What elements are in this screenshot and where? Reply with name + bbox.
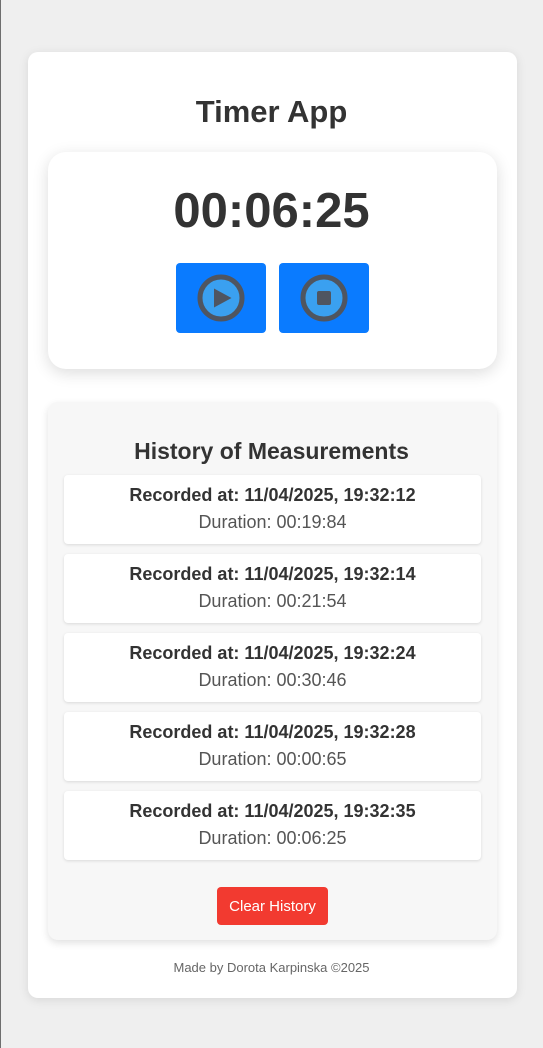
history-recorded-at: Recorded at: 11/04/2025, 19:32:24: [129, 643, 416, 663]
history-item: Recorded at: 11/04/2025, 19:32:12 Durati…: [64, 475, 481, 544]
start-button[interactable]: [176, 263, 266, 333]
stop-circle-icon: [300, 274, 348, 322]
play-circle-icon: [197, 274, 245, 322]
history-duration: Duration: 00:21:54: [198, 591, 347, 611]
history-recorded-at: Recorded at: 11/04/2025, 19:32:28: [129, 722, 416, 742]
stop-button[interactable]: [279, 263, 369, 333]
history-list: Recorded at: 11/04/2025, 19:32:12 Durati…: [64, 475, 481, 870]
history-item: Recorded at: 11/04/2025, 19:32:35 Durati…: [64, 791, 481, 860]
history-duration: Duration: 00:06:25: [198, 828, 347, 848]
clear-history-button[interactable]: Clear History: [217, 887, 328, 925]
window-left-edge: [0, 0, 1, 1048]
history-recorded-at: Recorded at: 11/04/2025, 19:32:12: [129, 485, 416, 505]
history-recorded-at: Recorded at: 11/04/2025, 19:32:14: [129, 564, 416, 584]
app-title: Timer App: [195, 94, 348, 129]
history-duration: Duration: 00:30:46: [198, 670, 347, 690]
history-title: History of Measurements: [134, 438, 409, 464]
history-item: Recorded at: 11/04/2025, 19:32:24 Durati…: [64, 633, 481, 702]
history-recorded-at: Recorded at: 11/04/2025, 19:32:35: [129, 801, 416, 821]
history-duration: Duration: 00:00:65: [198, 749, 347, 769]
footer-credit: Made by Dorota Karpinska ©2025: [173, 960, 370, 975]
timer-display: 00:06:25: [173, 184, 370, 238]
history-item: Recorded at: 11/04/2025, 19:32:28 Durati…: [64, 712, 481, 781]
history-duration: Duration: 00:19:84: [198, 512, 347, 532]
history-item: Recorded at: 11/04/2025, 19:32:14 Durati…: [64, 554, 481, 623]
